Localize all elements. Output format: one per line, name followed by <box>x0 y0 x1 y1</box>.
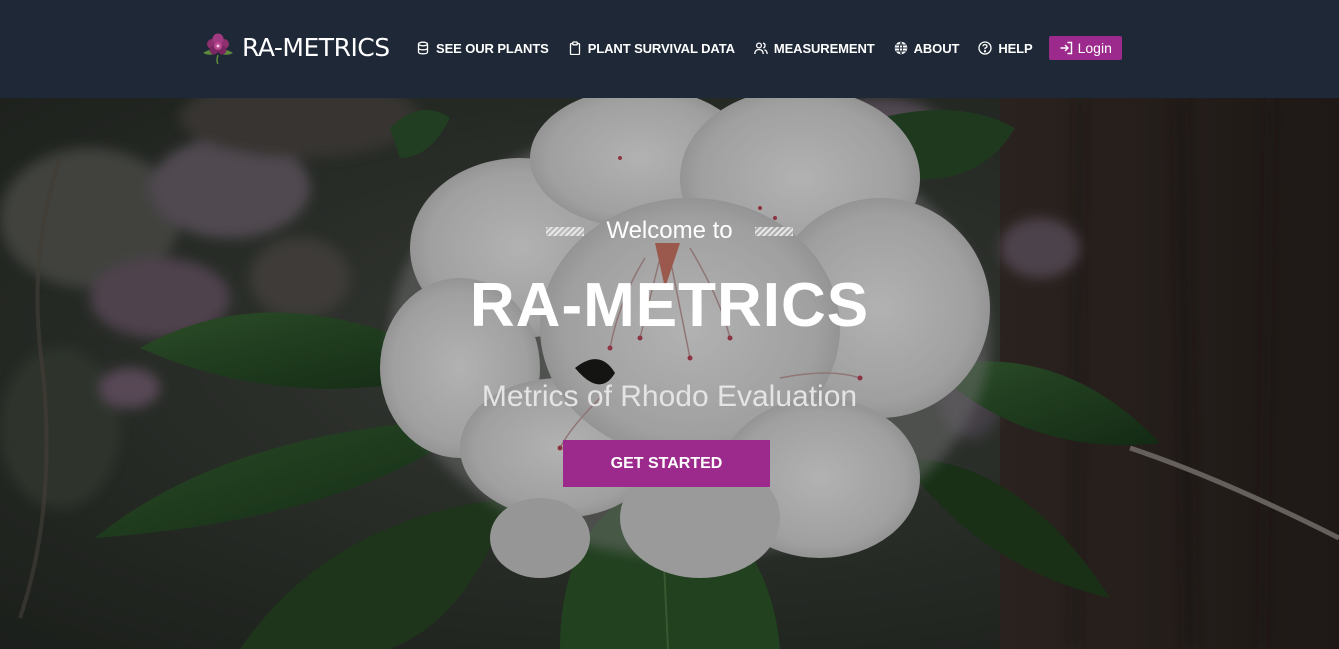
hero-title: RA-METRICS <box>469 271 870 340</box>
login-button[interactable]: Login <box>1048 36 1122 60</box>
hero-subtitle: Metrics of Rhodo Evaluation <box>481 380 858 413</box>
nav-label: MEASUREMENT <box>773 40 875 56</box>
navbar: RA-METRICS SEE OUR PLANTS PLANT SURVIVAL… <box>0 0 1339 98</box>
welcome-row: Welcome to <box>0 216 1339 246</box>
question-circle-icon <box>978 41 992 55</box>
users-icon <box>754 42 768 55</box>
brand-name: RA-METRICS <box>242 33 390 62</box>
nav-help[interactable]: HELP <box>978 36 1033 60</box>
hero-dark-overlay <box>0 98 1339 649</box>
login-label: Login <box>1077 40 1112 56</box>
nav-label: PLANT SURVIVAL DATA <box>587 40 735 56</box>
nav-see-our-plants[interactable]: SEE OUR PLANTS <box>416 36 549 60</box>
login-arrow-icon <box>1060 41 1072 55</box>
clipboard-icon <box>569 41 580 55</box>
nav-label: HELP <box>998 40 1033 56</box>
brand-logo-link[interactable]: RA-METRICS <box>200 31 390 65</box>
nav-label: SEE OUR PLANTS <box>436 40 549 56</box>
get-started-button[interactable]: GET STARTED <box>563 440 770 487</box>
nav-measurement[interactable]: MEASUREMENT <box>754 36 875 60</box>
globe-icon <box>894 41 907 55</box>
nav-plant-survival-data[interactable]: PLANT SURVIVAL DATA <box>568 36 735 60</box>
nav-label: ABOUT <box>913 40 960 56</box>
welcome-text: Welcome to <box>606 217 733 244</box>
rhododendron-flower-icon <box>203 33 233 65</box>
main-nav: SEE OUR PLANTS PLANT SURVIVAL DATA MEASU… <box>416 36 1122 60</box>
hatched-divider <box>546 226 585 236</box>
database-icon <box>417 41 429 55</box>
hero-section: Welcome to RA-METRICS Metrics of Rhodo E… <box>0 98 1339 649</box>
hatched-divider <box>754 226 793 236</box>
nav-about[interactable]: ABOUT <box>894 36 960 60</box>
